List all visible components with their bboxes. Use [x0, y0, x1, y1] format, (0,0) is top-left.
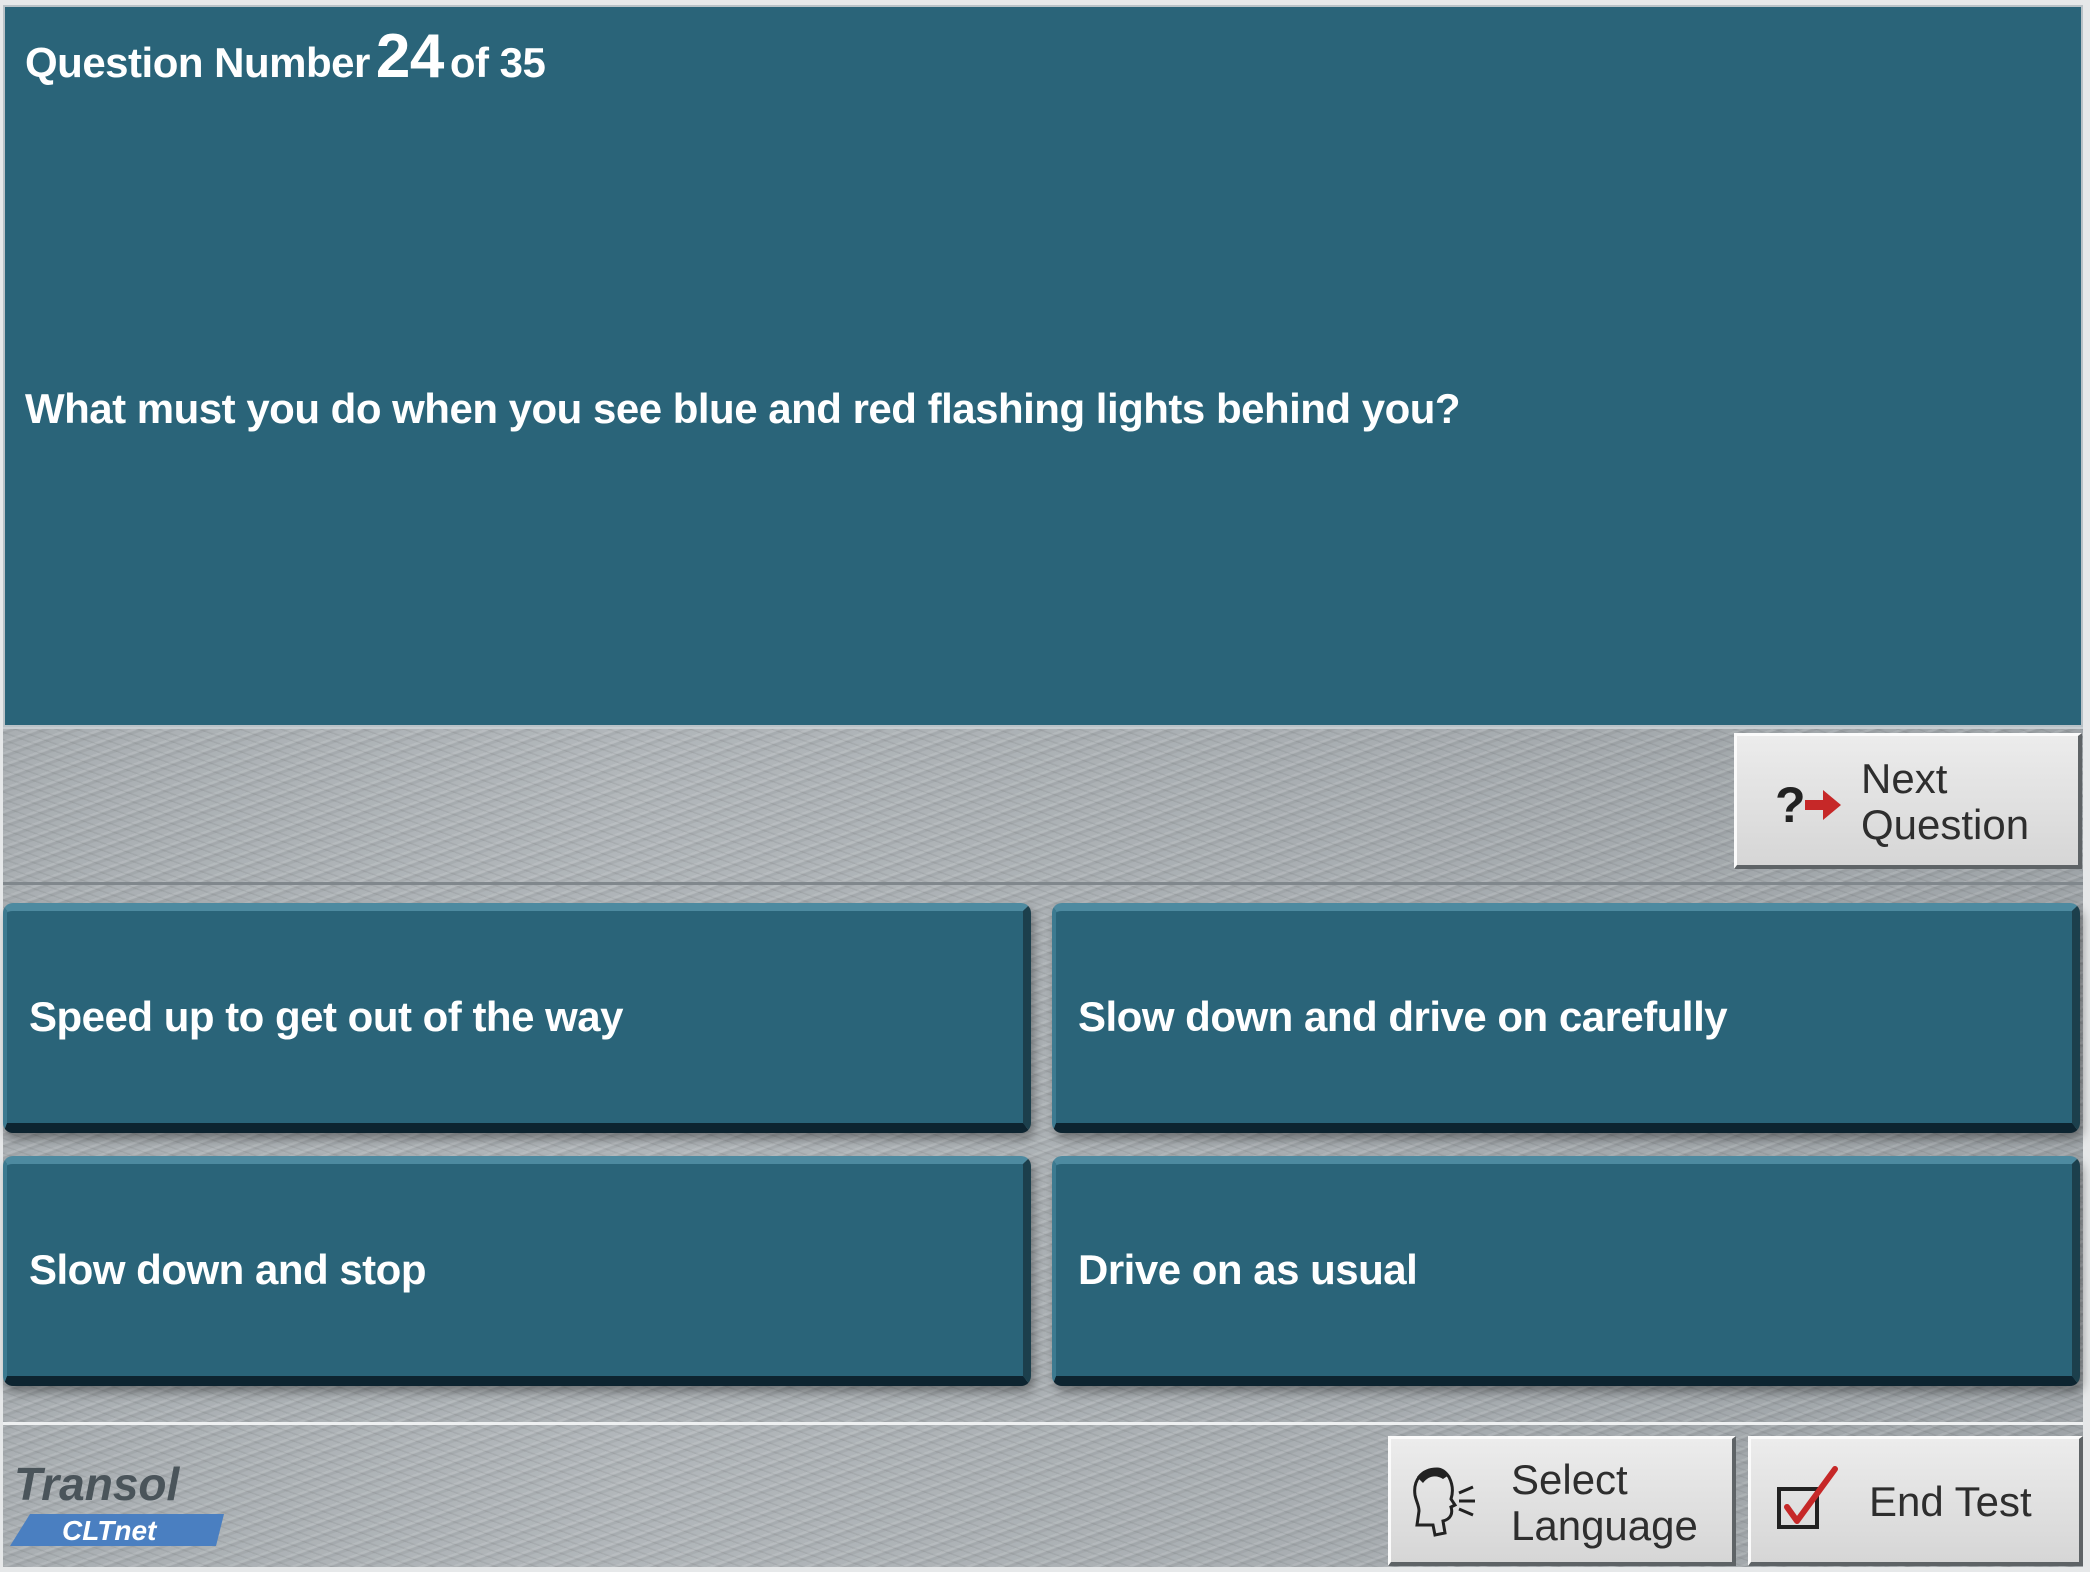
answer-label: Slow down and stop [29, 1246, 426, 1293]
svg-text:?: ? [1775, 777, 1806, 833]
svg-text:CLTnet: CLTnet [62, 1515, 158, 1546]
answer-option-c[interactable]: Slow down and stop [3, 1156, 1031, 1386]
logo-graphic: Transol CLTnet [10, 1458, 224, 1546]
transol-cltnet-logo: Transol CLTnet [10, 1456, 240, 1556]
question-counter: Question Number24 of 35 [25, 21, 546, 92]
question-arrow-icon: ? [1775, 777, 1841, 833]
svg-text:Transol: Transol [14, 1458, 181, 1510]
select-language-button[interactable]: Select Language [1388, 1436, 1736, 1566]
question-counter-prefix: Question Number [25, 39, 370, 86]
answer-option-b[interactable]: Slow down and drive on carefully [1052, 903, 2080, 1133]
end-test-button[interactable]: End Test [1748, 1436, 2083, 1566]
question-panel: Question Number24 of 35 What must you do … [3, 5, 2083, 727]
answer-label: Drive on as usual [1078, 1246, 1418, 1293]
app-window: Question Number24 of 35 What must you do … [0, 0, 2090, 1572]
speaking-head-icon [1413, 1467, 1475, 1537]
next-question-label: Next Question [1861, 755, 2030, 848]
answer-option-d[interactable]: Drive on as usual [1052, 1156, 2080, 1386]
question-total: of 35 [449, 39, 546, 86]
select-language-label: Select Language [1511, 1456, 1698, 1549]
next-question-button[interactable]: ? Next Question [1734, 733, 2082, 869]
question-number: 24 [375, 22, 444, 91]
answer-option-a[interactable]: Speed up to get out of the way [3, 903, 1031, 1133]
answer-label: Slow down and drive on carefully [1078, 993, 1728, 1040]
question-text: What must you do when you see blue and r… [25, 385, 1461, 432]
answer-label: Speed up to get out of the way [29, 993, 624, 1040]
checkbox-check-icon [1777, 1466, 1838, 1529]
end-test-label: End Test [1869, 1478, 2032, 1525]
